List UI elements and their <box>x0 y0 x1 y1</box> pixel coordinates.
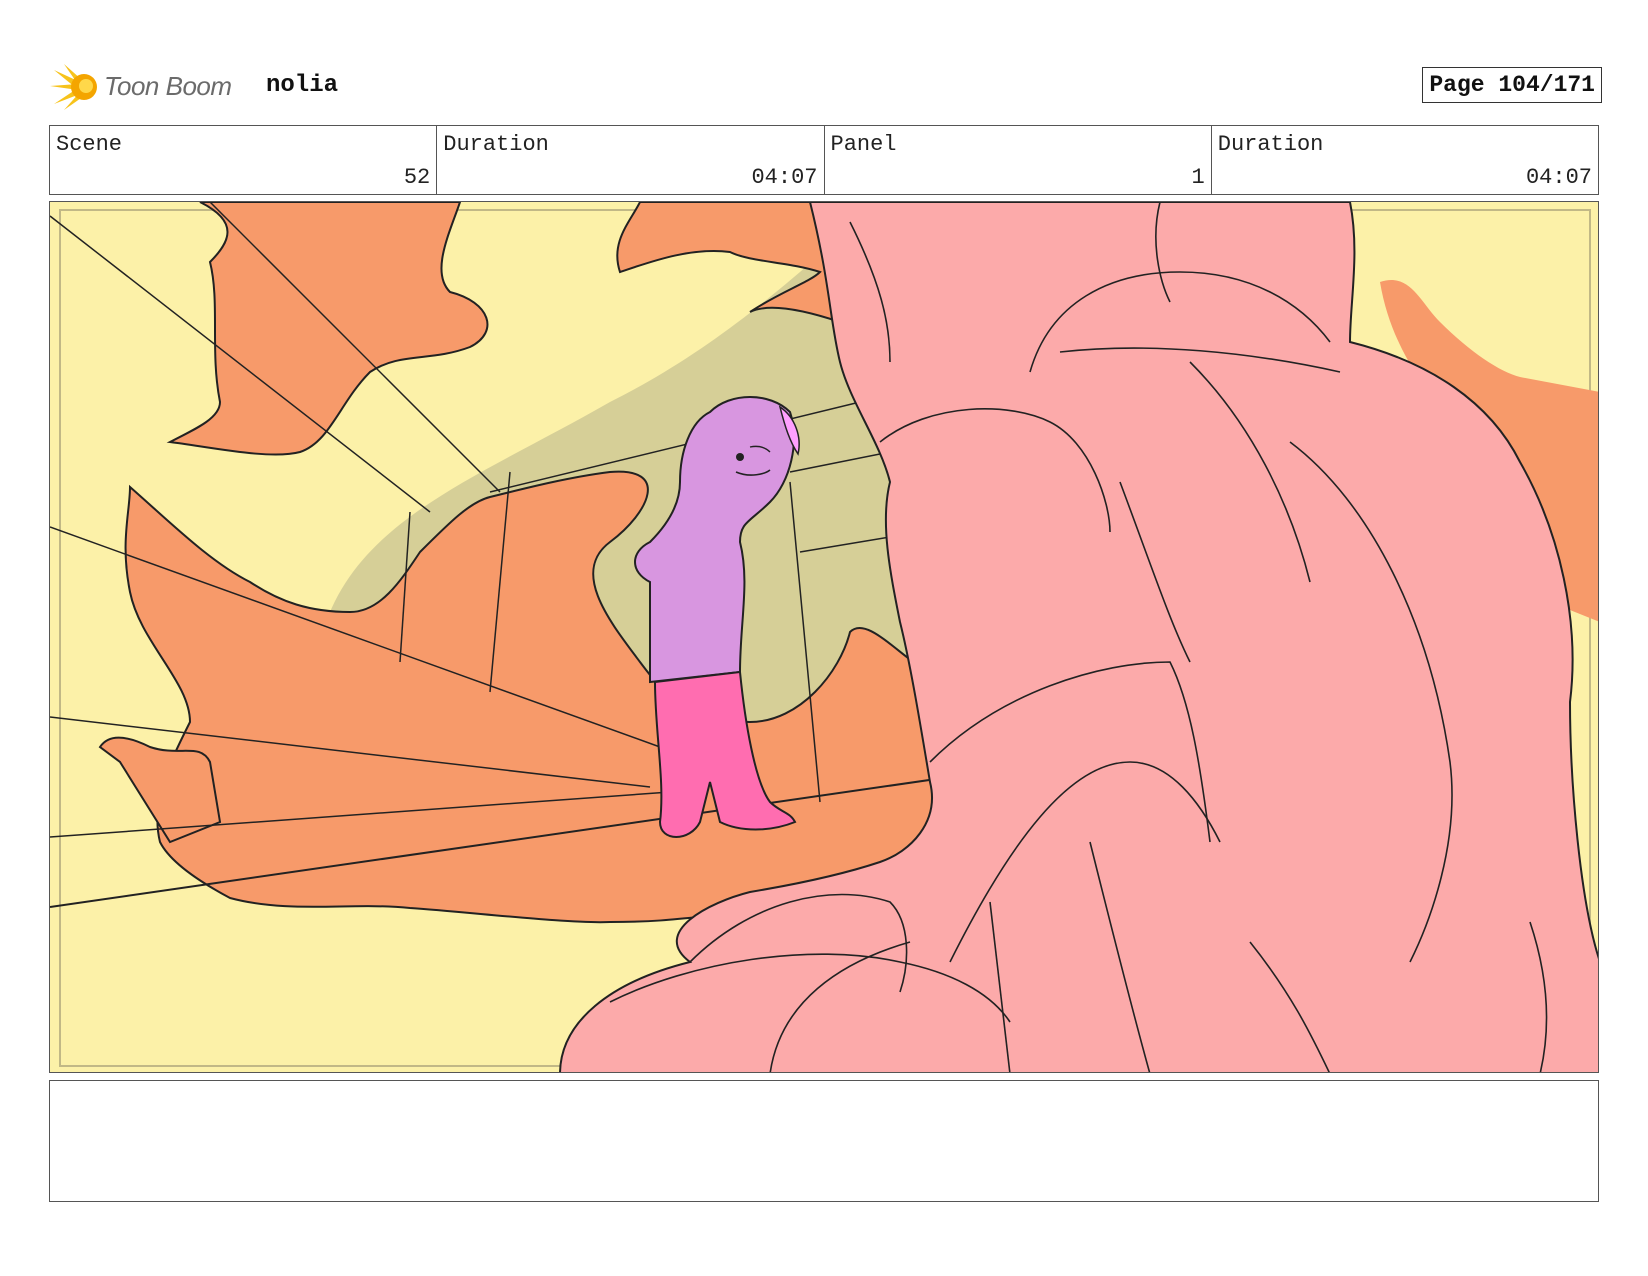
scene-info-table: Scene 52 Duration 04:07 Panel 1 Duration… <box>49 125 1599 195</box>
toon-boom-logo: Toon Boom <box>50 60 232 112</box>
panel-duration-cell: Duration 04:07 <box>1212 126 1598 194</box>
panel-value: 1 <box>1191 165 1205 190</box>
panel-label: Panel <box>830 132 897 157</box>
panel-duration-value: 04:07 <box>1525 165 1592 190</box>
page-header: Toon Boom nolia Page 104/171 <box>50 56 1602 116</box>
panel-duration-label: Duration <box>1217 132 1324 157</box>
logo-text: Toon Boom <box>104 70 232 101</box>
panel-cell: Panel 1 <box>825 126 1212 194</box>
scene-value: 52 <box>403 165 431 190</box>
scene-duration-cell: Duration 04:07 <box>437 126 825 194</box>
page-number: Page 104/171 <box>1422 67 1602 103</box>
panel-notes-box <box>49 1080 1599 1202</box>
toon-boom-burst-icon <box>50 64 97 110</box>
storyboard-drawing <box>50 202 1598 1072</box>
scene-duration-label: Duration <box>443 132 549 157</box>
scene-duration-value: 04:07 <box>751 165 818 190</box>
scene-cell: Scene 52 <box>50 126 438 194</box>
scene-label: Scene <box>56 132 123 157</box>
storyboard-panel-image <box>49 201 1599 1073</box>
project-name: nolia <box>266 72 339 99</box>
